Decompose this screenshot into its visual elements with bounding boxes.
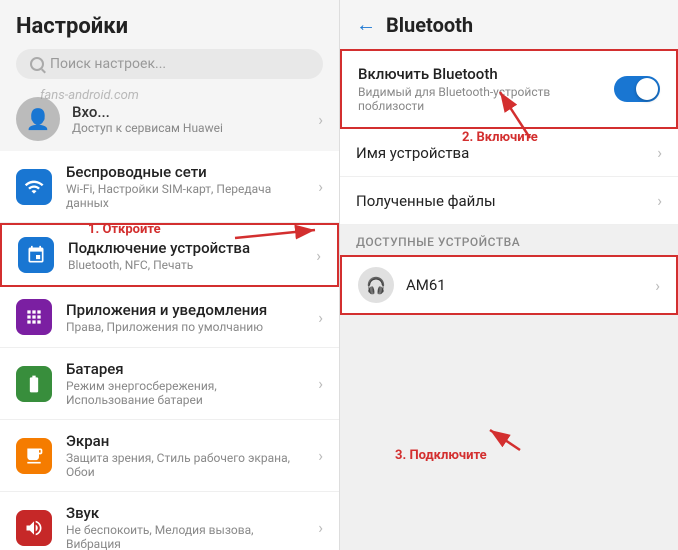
headphone-icon: 🎧 xyxy=(358,267,394,303)
bluetooth-content: Включить Bluetooth Видимый для Bluetooth… xyxy=(340,49,678,550)
bluetooth-toggle-switch[interactable] xyxy=(614,76,660,102)
sidebar-item-display[interactable]: Экран Защита зрения, Стиль рабочего экра… xyxy=(0,420,339,492)
sound-sub: Не беспокоить, Мелодия вызова, Вибрация xyxy=(66,523,304,550)
wifi-text: Беспроводные сети Wi-Fi, Настройки SIM-к… xyxy=(66,163,304,210)
apps-title: Приложения и уведомления xyxy=(66,301,304,319)
received-files-chevron: › xyxy=(657,191,662,210)
display-icon xyxy=(16,438,52,474)
battery-text: Батарея Режим энергосбережения, Использо… xyxy=(66,360,304,407)
device-name-label: Имя устройства xyxy=(356,144,469,162)
received-files-label: Полученные файлы xyxy=(356,192,496,210)
sidebar-item-apps[interactable]: Приложения и уведомления Права, Приложен… xyxy=(0,287,339,348)
apps-chevron: › xyxy=(318,308,323,327)
search-icon xyxy=(30,57,44,71)
battery-icon xyxy=(16,366,52,402)
sound-icon xyxy=(16,510,52,546)
sound-title: Звук xyxy=(66,504,304,522)
apps-text: Приложения и уведомления Права, Приложен… xyxy=(66,301,304,334)
device-icon xyxy=(18,237,54,273)
received-files-item[interactable]: Полученные файлы › xyxy=(340,177,678,225)
bluetooth-header: ← Bluetooth xyxy=(340,0,678,49)
wifi-title: Беспроводные сети xyxy=(66,163,304,181)
sidebar-item-wifi[interactable]: Беспроводные сети Wi-Fi, Настройки SIM-к… xyxy=(0,151,339,223)
display-sub: Защита зрения, Стиль рабочего экрана, Об… xyxy=(66,451,304,479)
settings-panel: Настройки Поиск настроек... 👤 Вхо... Дос… xyxy=(0,0,340,550)
device-am61[interactable]: 🎧 AM61 › xyxy=(340,255,678,315)
device-text: Подключение устройства Bluetooth, NFC, П… xyxy=(68,239,302,272)
battery-title: Батарея xyxy=(66,360,304,378)
sound-text: Звук Не беспокоить, Мелодия вызова, Вибр… xyxy=(66,504,304,550)
wifi-chevron: › xyxy=(318,177,323,196)
device-name-chevron: › xyxy=(657,143,662,162)
apps-sub: Права, Приложения по умолчанию xyxy=(66,320,304,334)
device-title: Подключение устройства xyxy=(68,239,302,257)
available-devices-header: ДОСТУПНЫЕ УСТРОЙСТВА xyxy=(340,225,678,255)
display-title: Экран xyxy=(66,432,304,450)
display-chevron: › xyxy=(318,446,323,465)
back-button[interactable]: ← xyxy=(356,12,376,37)
bluetooth-toggle-label: Включить Bluetooth xyxy=(358,65,614,83)
search-placeholder: Поиск настроек... xyxy=(50,56,166,72)
bluetooth-toggle-row: Включить Bluetooth Видимый для Bluetooth… xyxy=(358,65,660,113)
search-box[interactable]: Поиск настроек... xyxy=(16,49,323,79)
user-info: Вхо... Доступ к сервисам Huawei xyxy=(72,103,306,135)
display-text: Экран Защита зрения, Стиль рабочего экра… xyxy=(66,432,304,479)
user-sub: Доступ к сервисам Huawei xyxy=(72,121,306,135)
avatar: 👤 xyxy=(16,97,60,141)
bluetooth-panel: ← Bluetooth Включить Bluetooth Видимый д… xyxy=(340,0,678,550)
device-chevron: › xyxy=(316,246,321,265)
sound-chevron: › xyxy=(318,518,323,537)
sidebar-item-battery[interactable]: Батарея Режим энергосбережения, Использо… xyxy=(0,348,339,420)
bluetooth-toggle-card: Включить Bluetooth Видимый для Bluetooth… xyxy=(340,49,678,129)
battery-chevron: › xyxy=(318,374,323,393)
user-chevron: › xyxy=(318,110,323,129)
sidebar-item-sound[interactable]: Звук Не беспокоить, Мелодия вызова, Вибр… xyxy=(0,492,339,550)
bluetooth-title: Bluetooth xyxy=(386,13,473,37)
battery-sub: Режим энергосбережения, Использование ба… xyxy=(66,379,304,407)
bluetooth-toggle-sub: Видимый для Bluetooth-устройств поблизос… xyxy=(358,85,614,113)
device-am61-name: AM61 xyxy=(406,276,643,294)
user-name: Вхо... xyxy=(72,103,306,121)
apps-icon xyxy=(16,299,52,335)
user-row[interactable]: 👤 Вхо... Доступ к сервисам Huawei › xyxy=(0,87,339,151)
settings-list: Беспроводные сети Wi-Fi, Настройки SIM-к… xyxy=(0,151,339,550)
device-am61-chevron: › xyxy=(655,276,660,295)
bluetooth-toggle-info: Включить Bluetooth Видимый для Bluetooth… xyxy=(358,65,614,113)
page-title: Настройки xyxy=(16,14,323,39)
device-name-item[interactable]: Имя устройства › xyxy=(340,129,678,177)
device-sub: Bluetooth, NFC, Печать xyxy=(68,258,302,272)
left-header: Настройки Поиск настроек... xyxy=(0,0,339,87)
wifi-sub: Wi-Fi, Настройки SIM-карт, Передача данн… xyxy=(66,182,304,210)
wifi-icon xyxy=(16,169,52,205)
sidebar-item-device[interactable]: Подключение устройства Bluetooth, NFC, П… xyxy=(0,223,339,287)
